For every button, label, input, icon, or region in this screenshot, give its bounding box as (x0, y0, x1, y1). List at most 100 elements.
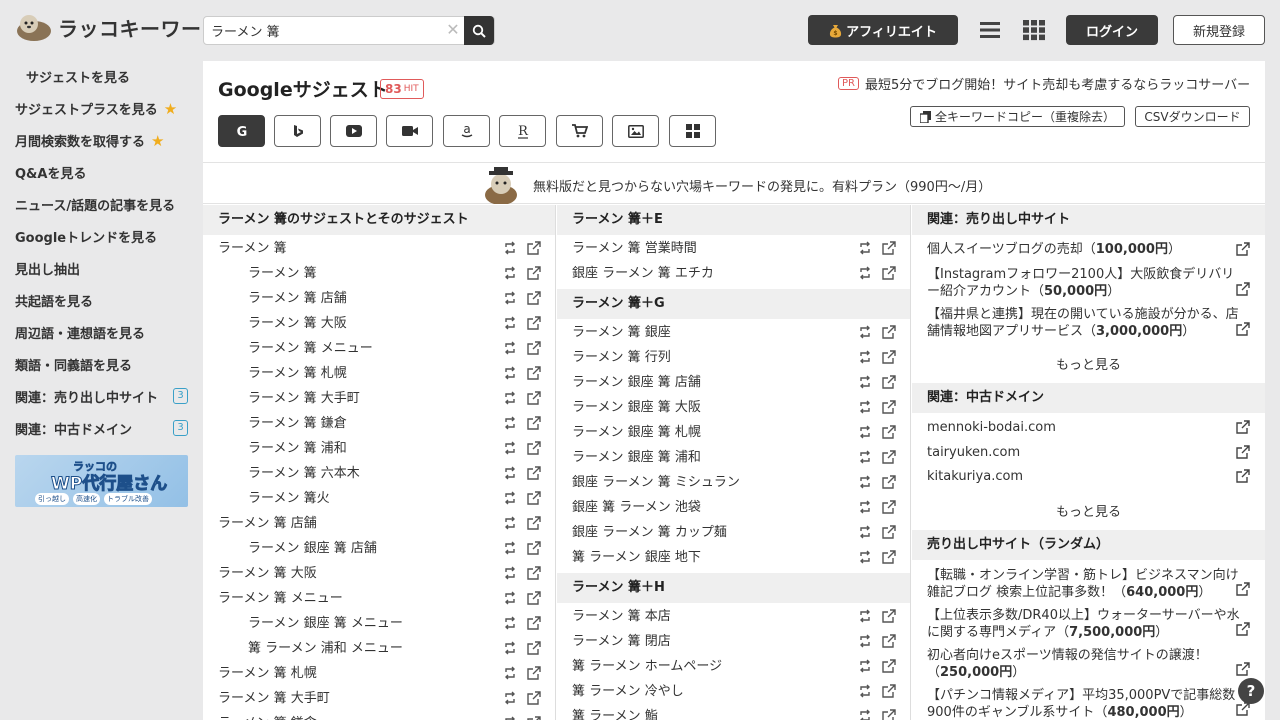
external-link-icon[interactable] (882, 525, 896, 539)
sidebar-item-suggest[interactable]: サジェストを見る (26, 67, 130, 86)
expand-suggest-icon[interactable] (503, 591, 517, 605)
paid-plan-promo[interactable]: 無料版だと見つからない穴場キーワードの発見に。有料プラン（990円〜/月） (203, 162, 1265, 204)
copy-all-keywords-button[interactable]: 全キーワードコピー（重複除去） (910, 106, 1125, 127)
external-link-icon[interactable] (527, 691, 541, 705)
keyword-link[interactable]: 篝 ラーメン 鮨 (572, 704, 658, 720)
random-site-item[interactable]: 初心者向けeスポーツ情報の発信サイトの譲渡！（250,000円） (927, 647, 1242, 681)
sidebar-item-headings[interactable]: 見出し抽出 (15, 259, 80, 278)
source-google-button[interactable]: G (218, 115, 265, 147)
sidebar-item-qa[interactable]: Q&Aを見る (15, 163, 86, 182)
expand-suggest-icon[interactable] (503, 391, 517, 405)
external-link-icon[interactable] (1236, 242, 1250, 256)
expand-suggest-icon[interactable] (858, 525, 872, 539)
keyword-link[interactable]: ラーメン 篝 札幌 (218, 661, 317, 686)
expand-suggest-icon[interactable] (503, 466, 517, 480)
keyword-link[interactable]: ラーメン 篝 大阪 (218, 561, 317, 586)
expand-suggest-icon[interactable] (858, 634, 872, 648)
expand-suggest-icon[interactable] (858, 475, 872, 489)
hamburger-menu-icon[interactable] (978, 19, 1002, 41)
keyword-link[interactable]: 銀座 ラーメン 篝 カップ麺 (572, 520, 727, 545)
expand-suggest-icon[interactable] (503, 241, 517, 255)
sidebar-item-news[interactable]: ニュース/話題の記事を見る (15, 195, 175, 214)
external-link-icon[interactable] (1236, 322, 1250, 336)
keyword-link[interactable]: ラーメン 篝 大手町 (218, 686, 330, 711)
expand-suggest-icon[interactable] (858, 550, 872, 564)
external-link-icon[interactable] (527, 666, 541, 680)
external-link-icon[interactable] (882, 241, 896, 255)
external-link-icon[interactable] (1236, 469, 1250, 483)
external-link-icon[interactable] (527, 391, 541, 405)
expand-suggest-icon[interactable] (858, 375, 872, 389)
expand-suggest-icon[interactable] (503, 491, 517, 505)
external-link-icon[interactable] (527, 291, 541, 305)
expand-suggest-icon[interactable] (858, 684, 872, 698)
domain-item[interactable]: mennoki-bodai.com (927, 419, 1242, 436)
external-link-icon[interactable] (527, 591, 541, 605)
source-bing-button[interactable] (274, 115, 321, 147)
expand-suggest-icon[interactable] (503, 666, 517, 680)
external-link-icon[interactable] (882, 375, 896, 389)
expand-suggest-icon[interactable] (858, 241, 872, 255)
external-link-icon[interactable] (882, 709, 896, 720)
keyword-link[interactable]: 篝 ラーメン 銀座 地下 (572, 545, 701, 570)
keyword-link[interactable]: ラーメン 篝 六本木 (248, 461, 360, 486)
more-sites-link[interactable]: もっと見る (912, 354, 1265, 373)
apps-grid-icon[interactable] (1022, 19, 1046, 41)
domain-item[interactable]: tairyuken.com (927, 444, 1242, 461)
expand-suggest-icon[interactable] (503, 541, 517, 555)
csv-download-button[interactable]: CSVダウンロード (1135, 106, 1250, 127)
keyword-link[interactable]: ラーメン 篝火 (248, 486, 330, 511)
sidebar-item-synonyms[interactable]: 類語・同義語を見る (15, 355, 132, 374)
external-link-icon[interactable] (527, 366, 541, 380)
external-link-icon[interactable] (882, 425, 896, 439)
keyword-link[interactable]: 銀座 篝 ラーメン 池袋 (572, 495, 701, 520)
expand-suggest-icon[interactable] (858, 609, 872, 623)
keyword-link[interactable]: ラーメン 篝 (248, 261, 317, 286)
expand-suggest-icon[interactable] (503, 716, 517, 720)
keyword-link[interactable]: ラーメン 篝 鎌倉 (218, 711, 317, 720)
external-link-icon[interactable] (527, 566, 541, 580)
sidebar-item-used-domains[interactable]: 関連：中古ドメイン 3 (15, 419, 188, 438)
external-link-icon[interactable] (882, 550, 896, 564)
keyword-link[interactable]: ラーメン 銀座 篝 店舗 (572, 370, 701, 395)
domain-item[interactable]: kitakuriya.com (927, 468, 1242, 485)
source-apps-button[interactable] (669, 115, 716, 147)
expand-suggest-icon[interactable] (503, 441, 517, 455)
external-link-icon[interactable] (1236, 702, 1250, 716)
external-link-icon[interactable] (527, 341, 541, 355)
pr-link[interactable]: PR 最短5分でブログ開始！サイト売却も考慮するならラッコサーバー (838, 74, 1250, 93)
source-image-button[interactable] (612, 115, 659, 147)
external-link-icon[interactable] (527, 416, 541, 430)
external-link-icon[interactable] (1236, 445, 1250, 459)
keyword-link[interactable]: 篝 ラーメン 冷やし (572, 679, 684, 704)
expand-suggest-icon[interactable] (503, 566, 517, 580)
clear-icon[interactable]: ✕ (444, 21, 462, 39)
sidebar-item-suggest-plus[interactable]: サジェストプラスを見る ★ (15, 99, 177, 119)
external-link-icon[interactable] (1236, 282, 1250, 296)
expand-suggest-icon[interactable] (858, 350, 872, 364)
expand-suggest-icon[interactable] (503, 616, 517, 630)
external-link-icon[interactable] (527, 716, 541, 720)
keyword-link[interactable]: 篝 ラーメン 浦和 メニュー (248, 636, 403, 661)
source-youtube-button[interactable] (330, 115, 377, 147)
expand-suggest-icon[interactable] (858, 450, 872, 464)
wp-service-banner[interactable]: ラッコの WP代行屋さん 引っ越し 高速化 トラブル改善 (15, 455, 188, 507)
keyword-link[interactable]: ラーメン 篝 鎌倉 (248, 411, 347, 436)
affiliate-button[interactable]: $ アフィリエイト (808, 15, 958, 45)
keyword-link[interactable]: ラーメン 篝 浦和 (248, 436, 347, 461)
external-link-icon[interactable] (882, 609, 896, 623)
external-link-icon[interactable] (527, 616, 541, 630)
sidebar-item-cooccurrence[interactable]: 共起語を見る (15, 291, 93, 310)
external-link-icon[interactable] (527, 241, 541, 255)
source-shopping-button[interactable] (556, 115, 603, 147)
keyword-link[interactable]: ラーメン 篝 営業時間 (572, 236, 697, 261)
sale-site-item[interactable]: 【Instagramフォロワー2100人】大阪飲食デリバリー紹介アカウント（50… (927, 266, 1242, 300)
random-site-item[interactable]: 【パチンコ情報メディア】平均35,000PVで記事総数900件のギャンブル系サイ… (927, 687, 1242, 720)
keyword-link[interactable]: ラーメン 篝 メニュー (218, 586, 343, 611)
source-video-button[interactable] (386, 115, 433, 147)
random-site-item[interactable]: 【転職・オンライン学習・筋トレ】ビジネスマン向け雑記ブログ 検索上位記事多数！（… (927, 567, 1242, 601)
expand-suggest-icon[interactable] (858, 500, 872, 514)
external-link-icon[interactable] (882, 634, 896, 648)
keyword-link[interactable]: ラーメン 篝 閉店 (572, 629, 671, 654)
expand-suggest-icon[interactable] (858, 425, 872, 439)
